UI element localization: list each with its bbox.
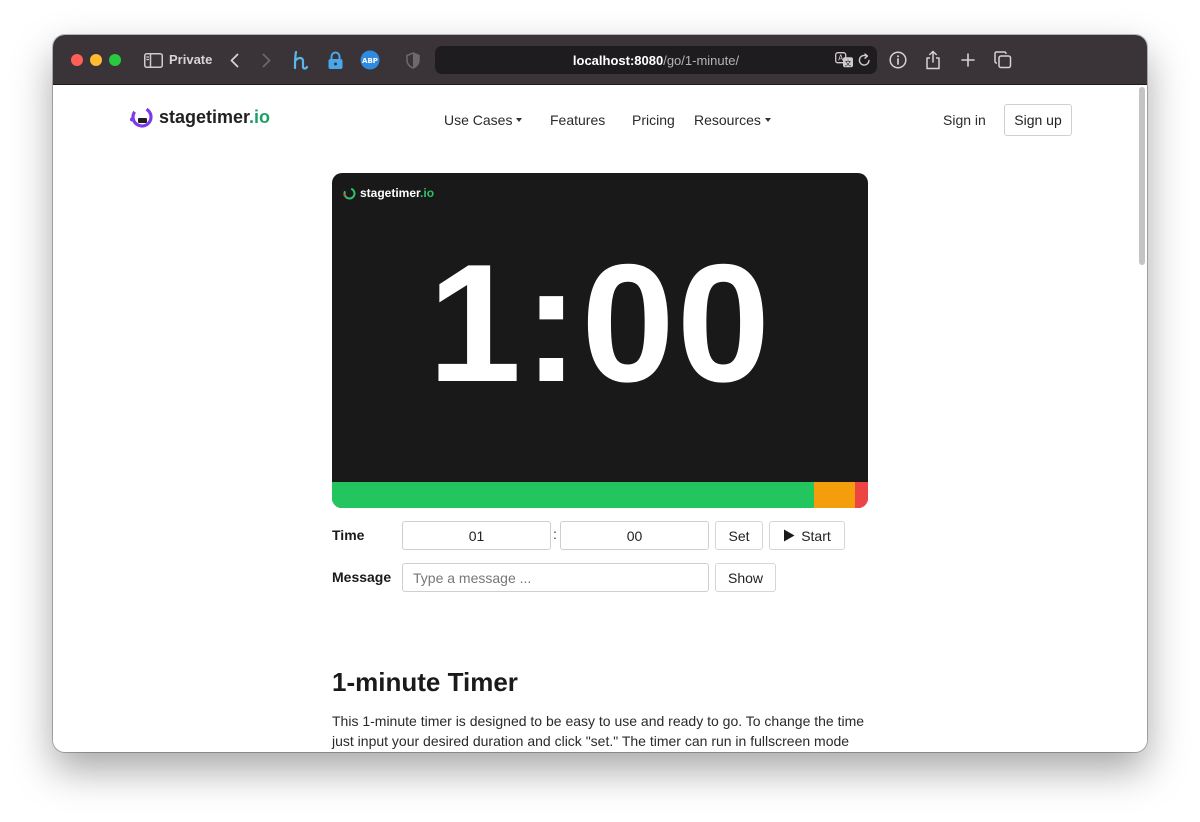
honey-extension-icon[interactable]: [291, 49, 311, 71]
timer-display-card: stagetimer.io 1:00: [332, 173, 868, 508]
caret-down-icon: [516, 118, 523, 123]
message-input[interactable]: Type a message ...: [402, 563, 709, 592]
back-icon[interactable]: [227, 49, 241, 71]
nav-features[interactable]: Features: [550, 112, 605, 128]
sign-in-link[interactable]: Sign in: [943, 112, 986, 128]
sign-up-button[interactable]: Sign up: [1004, 104, 1072, 136]
svg-text:文: 文: [844, 58, 851, 67]
tabs-overview-icon[interactable]: [993, 49, 1013, 71]
time-separator: :: [553, 526, 557, 542]
nav-use-cases[interactable]: Use Cases: [444, 112, 523, 128]
page-viewport[interactable]: stagetimer.io Use Cases Features Pricing…: [53, 85, 1147, 752]
shield-icon[interactable]: [404, 49, 422, 71]
show-message-button[interactable]: Show: [715, 563, 776, 592]
start-button[interactable]: Start: [769, 521, 845, 550]
progress-segment-0: [332, 482, 815, 508]
share-icon[interactable]: [923, 49, 943, 71]
timer-card-logo: stagetimer.io: [343, 186, 434, 200]
article-body: This 1-minute timer is designed to be ea…: [332, 711, 872, 751]
page-scrollbar[interactable]: [1139, 87, 1145, 265]
nav-pricing[interactable]: Pricing: [632, 112, 675, 128]
site-brand-text: stagetimer.io: [159, 106, 271, 127]
caret-down-icon: [764, 118, 771, 123]
new-tab-icon[interactable]: [958, 49, 978, 71]
translate-icon[interactable]: A文: [833, 49, 855, 71]
progress-segment-1: [814, 482, 855, 508]
url-text: localhost:8080/go/1-minute/: [572, 53, 740, 68]
stagetimer-logo-icon: [130, 106, 153, 128]
start-button-label: Start: [801, 527, 831, 544]
article-title: 1-minute Timer: [332, 667, 518, 697]
progress-segment-2: [854, 482, 868, 508]
nav-resources[interactable]: Resources: [694, 112, 771, 128]
address-bar[interactable]: localhost:8080/go/1-minute/ A文: [435, 46, 877, 74]
browser-toolbar: Private ABP localhost:8080/go/1-minute/ …: [53, 35, 1147, 85]
svg-text:ABP: ABP: [362, 57, 378, 65]
time-label: Time: [332, 527, 365, 543]
seconds-input[interactable]: 00: [560, 521, 709, 550]
adblock-icon[interactable]: ABP: [359, 49, 381, 71]
play-icon: [784, 529, 795, 542]
timer-countdown-display: 1:00: [427, 229, 773, 417]
article-body-line: just input your desired duration and cli…: [332, 733, 850, 749]
zoom-window-button[interactable]: [109, 54, 121, 66]
reload-icon[interactable]: [856, 49, 872, 71]
minimize-window-button[interactable]: [90, 54, 102, 66]
stagetimer-logo-icon: [343, 187, 356, 199]
set-button[interactable]: Set: [715, 521, 763, 550]
private-mode-label: Private: [169, 52, 213, 67]
timer-progress-bar: [332, 482, 868, 508]
browser-window: Private ABP localhost:8080/go/1-minute/ …: [53, 35, 1147, 752]
timer-card-brand-text: stagetimer.io: [360, 186, 435, 200]
lock-icon[interactable]: [325, 49, 345, 71]
site-logo[interactable]: stagetimer.io: [129, 105, 270, 129]
sidebar-icon[interactable]: [143, 49, 163, 71]
info-icon[interactable]: [888, 49, 908, 71]
minutes-input[interactable]: 01: [402, 521, 551, 550]
close-window-button[interactable]: [71, 54, 83, 66]
article-body-line: This 1-minute timer is designed to be ea…: [332, 713, 865, 729]
message-label: Message: [332, 569, 392, 585]
forward-icon[interactable]: [259, 49, 273, 71]
